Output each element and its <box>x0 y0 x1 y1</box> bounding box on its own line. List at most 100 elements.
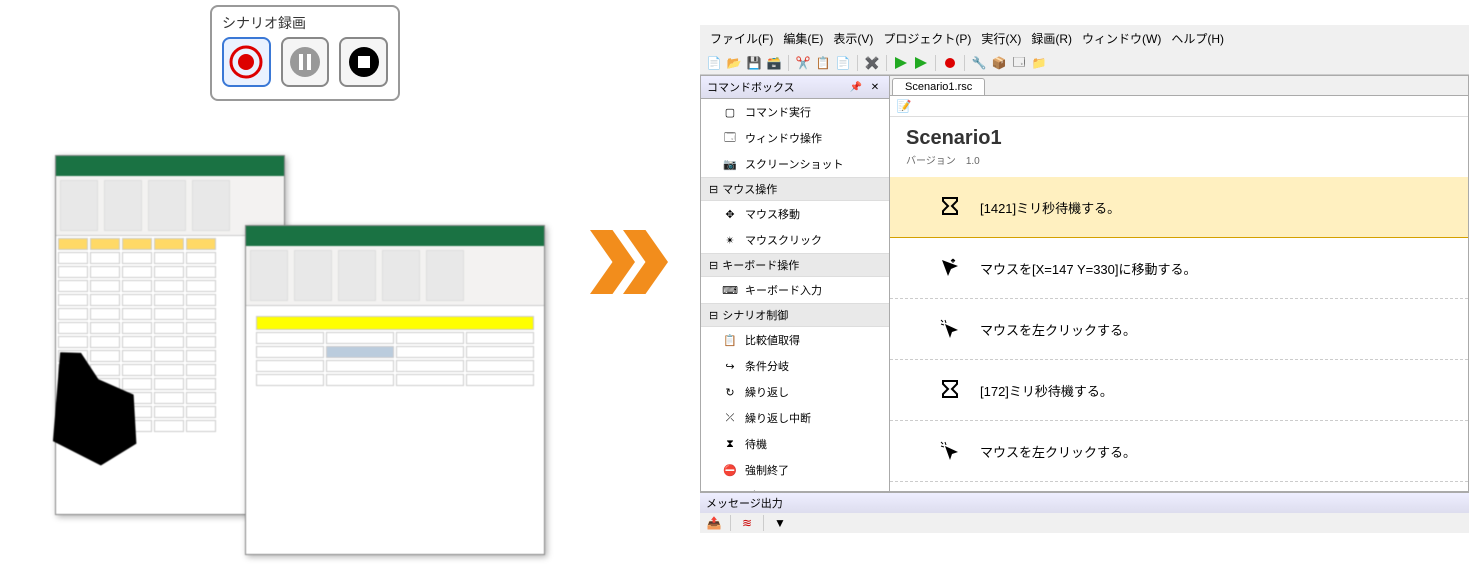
edit-icon[interactable]: 📝 <box>896 98 912 114</box>
cursor-click-icon <box>938 439 962 463</box>
cursor-click-icon: ✴ <box>723 233 737 247</box>
step-text: [1421]ミリ秒待機する。 <box>980 198 1120 217</box>
menu-window[interactable]: ウィンドウ(W) <box>1078 28 1165 49</box>
command-item[interactable]: ↻ 繰り返し <box>701 379 889 405</box>
comment-icon: ▭ <box>723 489 737 491</box>
cursor-move-icon <box>938 256 962 280</box>
step-text: マウスを[X=147 Y=330]に移動する。 <box>980 259 1197 278</box>
close-icon[interactable]: ✕ <box>867 79 883 95</box>
menu-project[interactable]: プロジェクト(P) <box>879 28 975 49</box>
save-all-icon[interactable]: 🗃️ <box>766 55 782 71</box>
new-icon[interactable]: 📄 <box>706 55 722 71</box>
recorder-title: シナリオ録画 <box>222 13 388 33</box>
menu-file[interactable]: ファイル(F) <box>706 28 777 49</box>
scenario-step[interactable]: マウスを左クリックする。 <box>890 421 1468 482</box>
command-item[interactable]: ⧗待機 <box>701 431 889 457</box>
stop-button[interactable] <box>339 37 388 87</box>
cut-icon[interactable]: ✂️ <box>795 55 811 71</box>
record-small-icon[interactable] <box>942 55 958 71</box>
camera-icon: 📷 <box>723 157 737 171</box>
command-label: 繰り返し中断 <box>745 410 811 426</box>
command-item[interactable]: ⌨キーボード入力 <box>701 277 889 303</box>
arrow-icon <box>590 230 656 294</box>
command-item[interactable]: 📋比較値取得 <box>701 327 889 353</box>
message-output-panel: メッセージ出力 📤 ≋ ▼ <box>700 492 1469 533</box>
command-item[interactable]: ▭ ブロックコメント <box>701 483 889 491</box>
scenario-step[interactable]: マウスを[X=147 Y=330]に移動する。 <box>890 238 1468 299</box>
hourglass-icon <box>938 195 962 219</box>
pin-icon[interactable]: 📌 <box>848 79 864 95</box>
collapse-icon: ⊟ <box>709 259 718 272</box>
menu-help[interactable]: ヘルプ(H) <box>1167 28 1228 49</box>
cursor-click-icon <box>938 317 962 341</box>
menu-view[interactable]: 表示(V) <box>829 28 877 49</box>
command-item[interactable]: ⛔強制終了 <box>701 457 889 483</box>
paste-icon[interactable]: 📄 <box>835 55 851 71</box>
branch-icon: ↪ <box>723 359 737 373</box>
command-label: マウス移動 <box>745 206 800 222</box>
command-label: 繰り返し <box>745 384 789 400</box>
clear-icon[interactable]: ≋ <box>739 515 755 531</box>
copy-icon[interactable]: 📋 <box>815 55 831 71</box>
command-item[interactable]: ⤫ 繰り返し中断 <box>701 405 889 431</box>
loop-break-icon: ⤫ <box>723 411 737 425</box>
pause-button[interactable] <box>281 37 330 87</box>
command-label: コマンド実行 <box>745 104 811 120</box>
window-list-icon[interactable]: 🗔 <box>1011 55 1027 71</box>
scenario-step[interactable]: マウスを左クリックする。 <box>890 299 1468 360</box>
menu-run[interactable]: 実行(X) <box>977 28 1025 49</box>
command-group[interactable]: ⊟シナリオ制御 <box>701 303 889 327</box>
filter-icon[interactable]: ▼ <box>772 515 788 531</box>
command-item[interactable]: 🗔 ウィンドウ操作 <box>701 125 889 151</box>
scenario-step[interactable]: [1421]ミリ秒待機する。 <box>890 177 1468 238</box>
step-text: マウスを左クリックする。 <box>980 442 1136 461</box>
collapse-icon: ⊟ <box>709 309 718 322</box>
command-item[interactable]: ✴ マウスクリック <box>701 227 889 253</box>
step-text: マウスを左クリックする。 <box>980 320 1136 339</box>
run-icon[interactable] <box>893 55 909 71</box>
tab-scenario[interactable]: Scenario1.rsc <box>892 78 985 95</box>
command-label: ウィンドウ操作 <box>745 130 822 146</box>
excel-screenshots <box>55 155 555 555</box>
keyboard-icon: ⌨ <box>723 283 737 297</box>
command-group[interactable]: ⊟キーボード操作 <box>701 253 889 277</box>
menu-edit[interactable]: 編集(E) <box>779 28 827 49</box>
save-icon[interactable]: 💾 <box>746 55 762 71</box>
compare-icon: 📋 <box>723 333 737 347</box>
run-step-icon[interactable] <box>913 55 929 71</box>
command-item[interactable]: ✥マウス移動 <box>701 201 889 227</box>
command-group[interactable]: ⊟マウス操作 <box>701 177 889 201</box>
command-label: 強制終了 <box>745 462 789 478</box>
command-item[interactable]: ▢コマンド実行 <box>701 99 889 125</box>
command-label: 条件分岐 <box>745 358 789 374</box>
scenario-title: Scenario1 <box>906 127 1452 150</box>
command-item[interactable]: 📷スクリーンショット <box>701 151 889 177</box>
record-button[interactable] <box>222 37 271 87</box>
message-panel-title: メッセージ出力 <box>700 493 1469 513</box>
window-icon: 🗔 <box>723 131 737 145</box>
scenario-version: バージョン 1.0 <box>906 152 1452 167</box>
scenario-recorder-popup: シナリオ録画 <box>210 5 400 101</box>
command-box-title: コマンドボックス <box>707 79 795 95</box>
hourglass-icon <box>938 378 962 402</box>
collapse-icon: ⊟ <box>709 183 718 196</box>
command-item[interactable]: ↪ 条件分岐 <box>701 353 889 379</box>
loop-icon: ↻ <box>723 385 737 399</box>
menubar: ファイル(F) 編集(E) 表示(V) プロジェクト(P) 実行(X) 録画(R… <box>700 25 1469 52</box>
step-text: [172]ミリ秒待機する。 <box>980 381 1113 400</box>
menu-record[interactable]: 録画(R) <box>1027 28 1076 49</box>
delete-icon[interactable]: ✖️ <box>864 55 880 71</box>
settings-icon[interactable]: 🔧 <box>971 55 987 71</box>
scenario-step[interactable]: [2500]ミリ秒待機する。 <box>890 482 1468 491</box>
rpa-application-window: ファイル(F) 編集(E) 表示(V) プロジェクト(P) 実行(X) 録画(R… <box>700 25 1469 533</box>
folder-icon[interactable]: 📁 <box>1031 55 1047 71</box>
command-label: ブロックコメント <box>745 488 833 491</box>
box-icon[interactable]: 📦 <box>991 55 1007 71</box>
command-label: マウスクリック <box>745 232 822 248</box>
scenario-editor: Scenario1.rsc 📝 Scenario1 バージョン 1.0 [142… <box>890 75 1469 492</box>
scenario-step[interactable]: [172]ミリ秒待機する。 <box>890 360 1468 421</box>
export-icon[interactable]: 📤 <box>706 515 722 531</box>
command-box-panel: コマンドボックス 📌 ✕ ▢コマンド実行🗔ウィンドウ操作📷スクリーンショット⊟マ… <box>700 75 890 492</box>
open-icon[interactable]: 📂 <box>726 55 742 71</box>
command-label: 待機 <box>745 436 767 452</box>
